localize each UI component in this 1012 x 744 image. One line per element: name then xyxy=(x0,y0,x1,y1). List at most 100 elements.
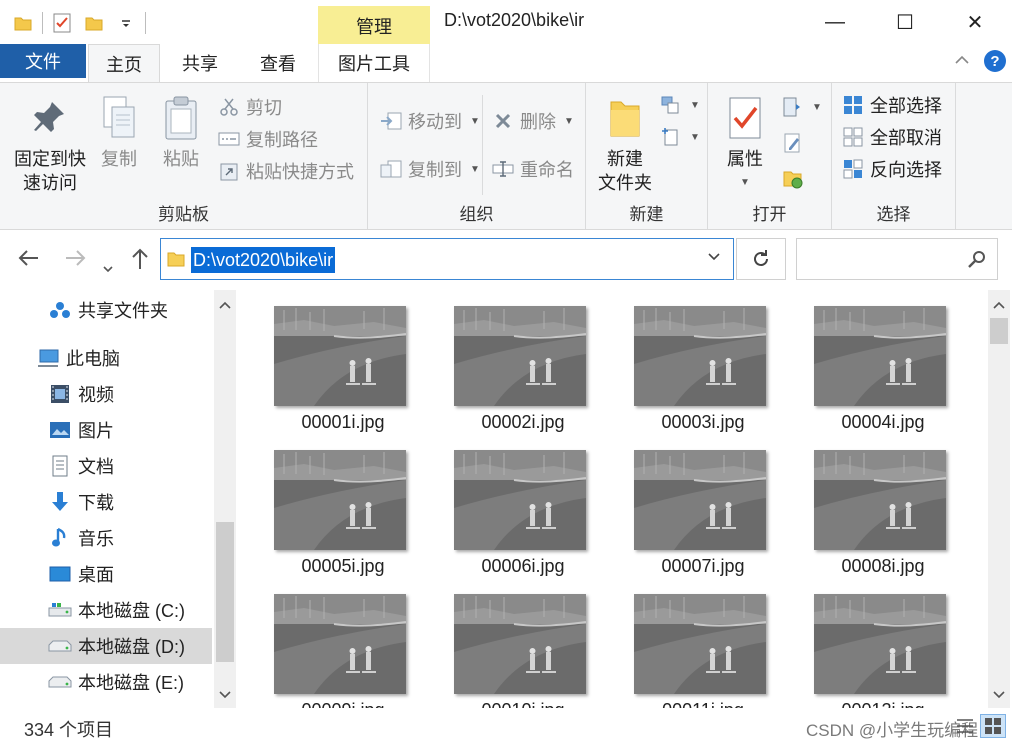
forward-button[interactable] xyxy=(64,248,86,274)
file-name[interactable]: 00010i.jpg xyxy=(420,700,626,708)
file-tile[interactable]: 00003i.jpg xyxy=(600,290,778,432)
nav-item-pictures[interactable]: 图片 xyxy=(0,412,212,448)
tab-view[interactable]: 查看 xyxy=(242,44,314,82)
move-to-button[interactable]: 移动到 ▼ xyxy=(380,107,480,135)
recent-locations-button[interactable] xyxy=(102,254,114,280)
cut-button[interactable]: 剪切 xyxy=(218,93,282,121)
file-tile[interactable]: 00005i.jpg xyxy=(240,434,418,576)
address-dropdown-button[interactable] xyxy=(707,249,721,265)
chevron-down-icon[interactable] xyxy=(988,684,1010,706)
delete-button[interactable]: 删除 ▼ xyxy=(492,107,574,135)
properties-check-icon[interactable] xyxy=(49,9,75,37)
image-thumbnail[interactable] xyxy=(814,306,946,406)
invert-selection-button[interactable]: 反向选择 xyxy=(842,155,942,183)
file-tile[interactable]: 00008i.jpg xyxy=(780,434,958,576)
refresh-button[interactable] xyxy=(736,238,786,280)
new-folder-icon[interactable] xyxy=(81,9,107,37)
large-icons-view-button[interactable] xyxy=(980,714,1006,738)
select-none-button[interactable]: 全部取消 xyxy=(842,123,942,151)
file-name[interactable]: 00004i.jpg xyxy=(780,412,986,433)
up-button[interactable] xyxy=(130,248,150,276)
nav-item-this-pc[interactable]: 此电脑 xyxy=(0,340,212,376)
search-icon[interactable] xyxy=(967,249,987,269)
tab-file[interactable]: 文件 xyxy=(0,44,86,78)
nav-item-music[interactable]: 音乐 xyxy=(0,520,212,556)
copy-to-button[interactable]: 复制到 ▼ xyxy=(380,155,480,183)
image-thumbnail[interactable] xyxy=(814,594,946,694)
chevron-up-icon[interactable] xyxy=(214,294,236,316)
details-view-button[interactable] xyxy=(952,714,978,738)
open-button[interactable]: ▼ xyxy=(782,93,822,121)
file-tile[interactable]: 00012i.jpg xyxy=(780,578,958,708)
image-thumbnail[interactable] xyxy=(274,594,406,694)
file-tile[interactable]: 00007i.jpg xyxy=(600,434,778,576)
rename-button[interactable]: 重命名 xyxy=(492,155,574,183)
copy-path-button[interactable]: 复制路径 xyxy=(218,125,318,153)
file-name[interactable]: 00001i.jpg xyxy=(240,412,446,433)
address-path[interactable]: D:\vot2020\bike\ir xyxy=(191,247,336,273)
file-name[interactable]: 00007i.jpg xyxy=(600,556,806,577)
image-thumbnail[interactable] xyxy=(454,450,586,550)
help-icon[interactable]: ? xyxy=(984,50,1006,72)
file-tile[interactable]: 00006i.jpg xyxy=(420,434,598,576)
content-scrollbar[interactable] xyxy=(988,290,1010,708)
image-thumbnail[interactable] xyxy=(634,594,766,694)
nav-item-drive-d[interactable]: 本地磁盘 (D:) xyxy=(0,628,212,664)
image-thumbnail[interactable] xyxy=(274,306,406,406)
file-name[interactable]: 00011i.jpg xyxy=(600,700,806,708)
new-item-button[interactable]: ▼ xyxy=(660,91,700,119)
nav-item-drive-c[interactable]: 本地磁盘 (C:) xyxy=(0,592,212,628)
image-thumbnail[interactable] xyxy=(634,306,766,406)
file-tile[interactable]: 00009i.jpg xyxy=(240,578,418,708)
pin-quick-access-button[interactable]: 固定到快 速访问 xyxy=(10,93,90,195)
image-thumbnail[interactable] xyxy=(274,450,406,550)
copy-button[interactable]: 复制 xyxy=(94,93,144,171)
maximize-button[interactable]: ☐ xyxy=(870,0,940,44)
file-name[interactable]: 00005i.jpg xyxy=(240,556,446,577)
file-name[interactable]: 00006i.jpg xyxy=(420,556,626,577)
image-thumbnail[interactable] xyxy=(454,594,586,694)
tab-picture-tools[interactable]: 图片工具 xyxy=(318,44,430,82)
context-tab-manage[interactable]: 管理 xyxy=(318,6,430,46)
history-button[interactable] xyxy=(782,165,804,193)
nav-item-shared-folder[interactable]: 共享文件夹 xyxy=(0,292,212,328)
easy-access-button[interactable]: ▼ xyxy=(660,123,700,151)
folder-icon[interactable] xyxy=(10,9,36,37)
file-name[interactable]: 00003i.jpg xyxy=(600,412,806,433)
file-name[interactable]: 00002i.jpg xyxy=(420,412,626,433)
nav-item-videos[interactable]: 视频 xyxy=(0,376,212,412)
collapse-ribbon-icon[interactable] xyxy=(954,52,970,70)
chevron-down-icon[interactable] xyxy=(214,684,236,706)
customize-qat-icon[interactable] xyxy=(113,9,139,37)
nav-item-desktop[interactable]: 桌面 xyxy=(0,556,212,592)
chevron-up-icon[interactable] xyxy=(988,294,1010,316)
nav-scrollbar-thumb[interactable] xyxy=(216,522,234,662)
file-name[interactable]: 00008i.jpg xyxy=(780,556,986,577)
paste-button[interactable]: 粘贴 xyxy=(156,93,206,171)
image-thumbnail[interactable] xyxy=(814,450,946,550)
file-tile[interactable]: 00004i.jpg xyxy=(780,290,958,432)
nav-item-downloads[interactable]: 下载 xyxy=(0,484,212,520)
paste-shortcut-button[interactable]: 粘贴快捷方式 xyxy=(218,157,354,185)
minimize-button[interactable]: — xyxy=(800,0,870,44)
close-button[interactable]: ✕ xyxy=(940,0,1010,44)
image-thumbnail[interactable] xyxy=(634,450,766,550)
new-folder-button[interactable]: 新建 文件夹 xyxy=(592,93,658,195)
file-tile[interactable]: 00002i.jpg xyxy=(420,290,598,432)
tab-share[interactable]: 共享 xyxy=(164,44,236,82)
file-tile[interactable]: 00001i.jpg xyxy=(240,290,418,432)
image-thumbnail[interactable] xyxy=(454,306,586,406)
nav-item-documents[interactable]: 文档 xyxy=(0,448,212,484)
nav-scrollbar[interactable] xyxy=(214,290,236,708)
nav-item-drive-e[interactable]: 本地磁盘 (E:) xyxy=(0,664,212,700)
address-bar[interactable]: D:\vot2020\bike\ir xyxy=(160,238,734,280)
file-tile[interactable]: 00010i.jpg xyxy=(420,578,598,708)
content-scrollbar-thumb[interactable] xyxy=(990,318,1008,344)
back-button[interactable] xyxy=(18,248,40,274)
search-input[interactable] xyxy=(796,238,998,280)
file-tile[interactable]: 00011i.jpg xyxy=(600,578,778,708)
file-name[interactable]: 00009i.jpg xyxy=(240,700,446,708)
properties-button[interactable]: 属性 ▼ xyxy=(720,93,770,195)
select-all-button[interactable]: 全部选择 xyxy=(842,91,942,119)
tab-home[interactable]: 主页 xyxy=(88,44,160,83)
